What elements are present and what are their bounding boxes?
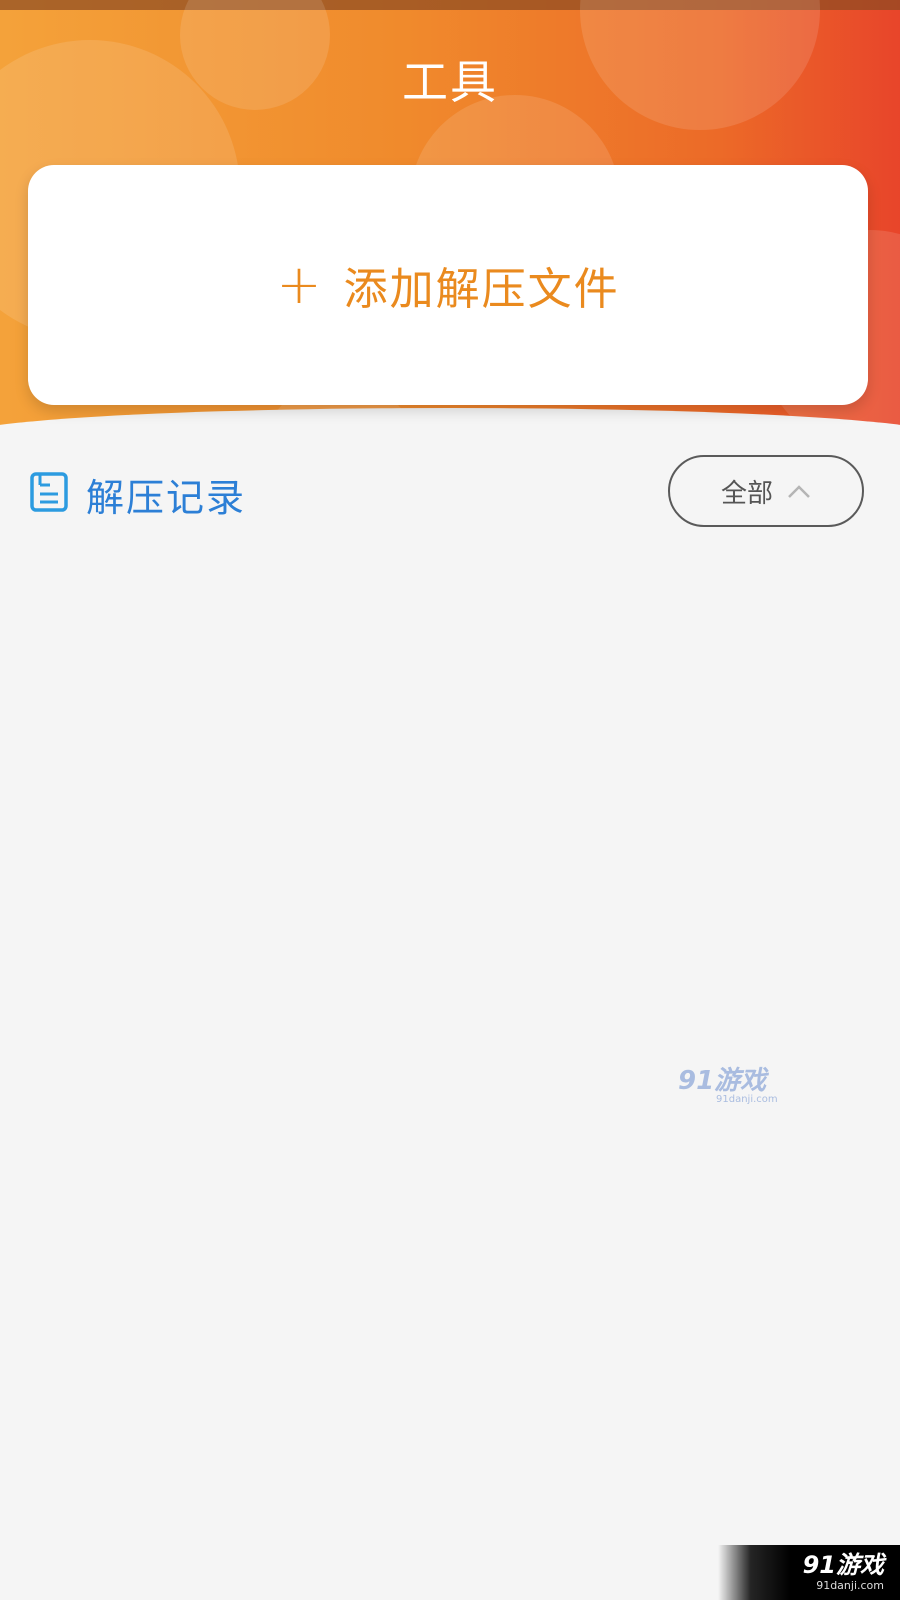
corner-logo: 91游戏 91danji.com [718, 1545, 900, 1600]
plus-icon: + [276, 253, 322, 316]
filter-dropdown-button[interactable]: 全部 [668, 455, 864, 527]
page-title: 工具 [402, 55, 498, 109]
document-list-icon [30, 472, 68, 512]
watermark-logo: 91游戏 91danji.com [678, 1068, 778, 1105]
header-curve [0, 408, 900, 432]
add-extract-file-label: 添加解压文件 [343, 264, 620, 315]
watermark-main-text: 91游戏 [678, 1066, 767, 1096]
corner-logo-main-text: 91游戏 [802, 1551, 884, 1580]
extract-records-title: 解压记录 [86, 476, 247, 520]
extract-records-header: 解压记录 全部 [0, 455, 900, 535]
chevron-up-icon [788, 485, 810, 498]
add-extract-file-button[interactable]: + 添加解压文件 [28, 165, 868, 405]
corner-logo-sub-text: 91danji.com [816, 1578, 884, 1592]
filter-label: 全部 [720, 478, 773, 509]
watermark-sub-text: 91danji.com [716, 1094, 778, 1105]
